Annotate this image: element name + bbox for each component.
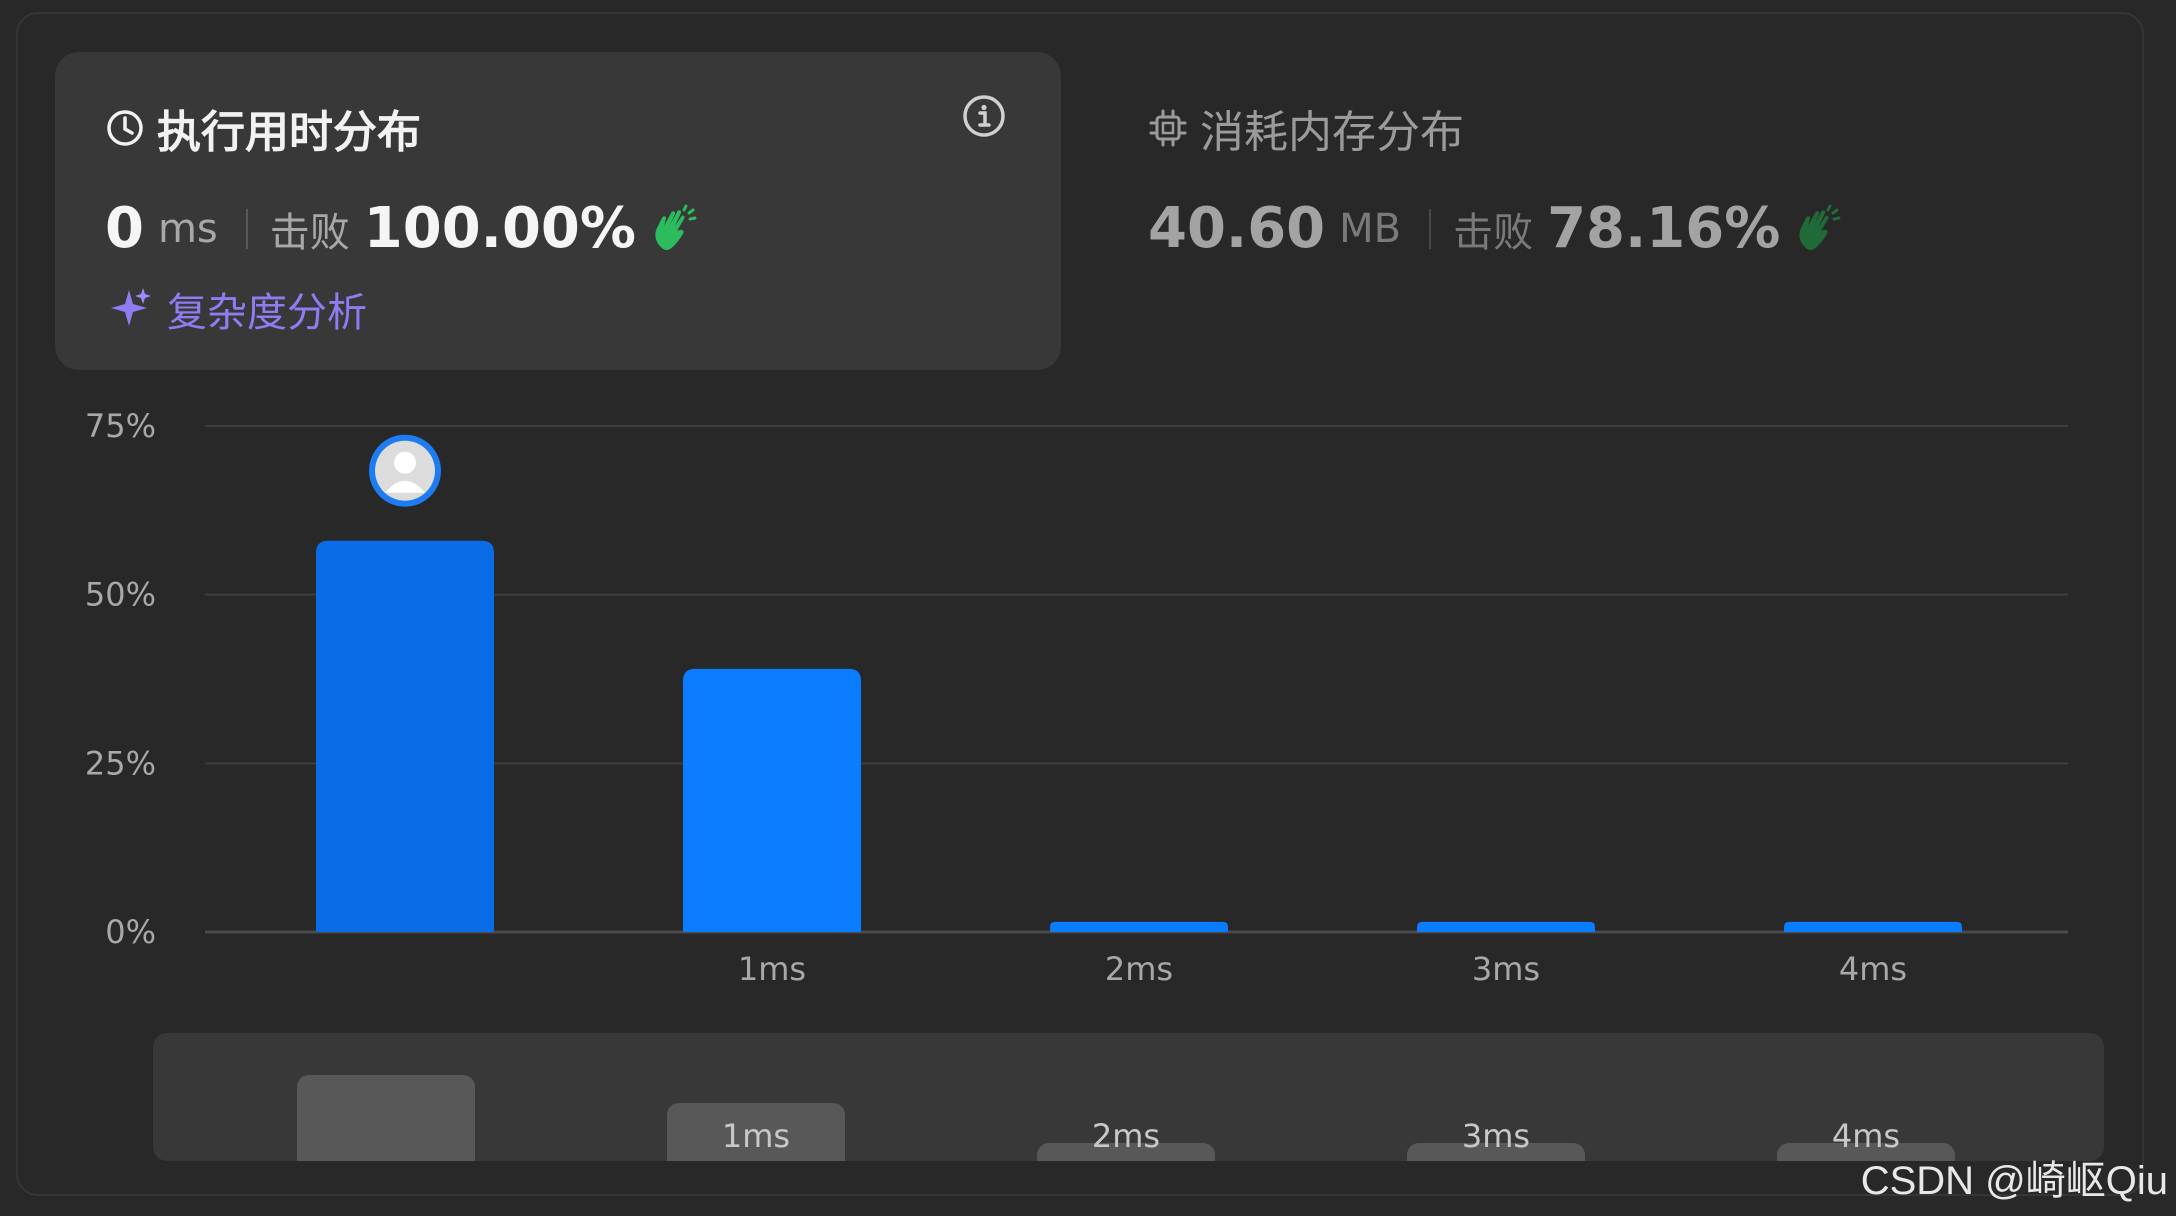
scroller-label: 1ms xyxy=(721,1117,791,1155)
x-tick-label: 2ms xyxy=(1105,950,1173,988)
x-tick-label: 3ms xyxy=(1472,950,1540,988)
user-avatar-icon xyxy=(369,434,441,507)
y-tick-label: 0% xyxy=(105,913,156,951)
x-tick-label: 4ms xyxy=(1839,950,1907,988)
y-tick-label: 25% xyxy=(85,744,156,782)
scroller-label: 2ms xyxy=(1091,1117,1161,1155)
bar-1ms[interactable] xyxy=(683,668,861,932)
chart-range-scroller[interactable]: 1ms 2ms 3ms 4ms xyxy=(153,1033,2104,1161)
bar-3ms[interactable] xyxy=(1417,921,1595,932)
x-tick-label: 1ms xyxy=(738,950,806,988)
bar-0ms[interactable] xyxy=(316,540,494,932)
bar-4ms[interactable] xyxy=(1784,921,1962,932)
y-tick-label: 50% xyxy=(85,576,156,614)
bar-2ms[interactable] xyxy=(1050,921,1228,932)
y-tick-label: 75% xyxy=(85,407,156,445)
watermark: CSDN @崎岖Qiu xyxy=(1860,1159,2168,1203)
scroller-label: 3ms xyxy=(1461,1117,1531,1155)
runtime-distribution-chart: 0% 25% 50% 75% 1ms 2ms 3ms 4ms xyxy=(85,407,2068,988)
scroller-bar xyxy=(297,1075,475,1161)
